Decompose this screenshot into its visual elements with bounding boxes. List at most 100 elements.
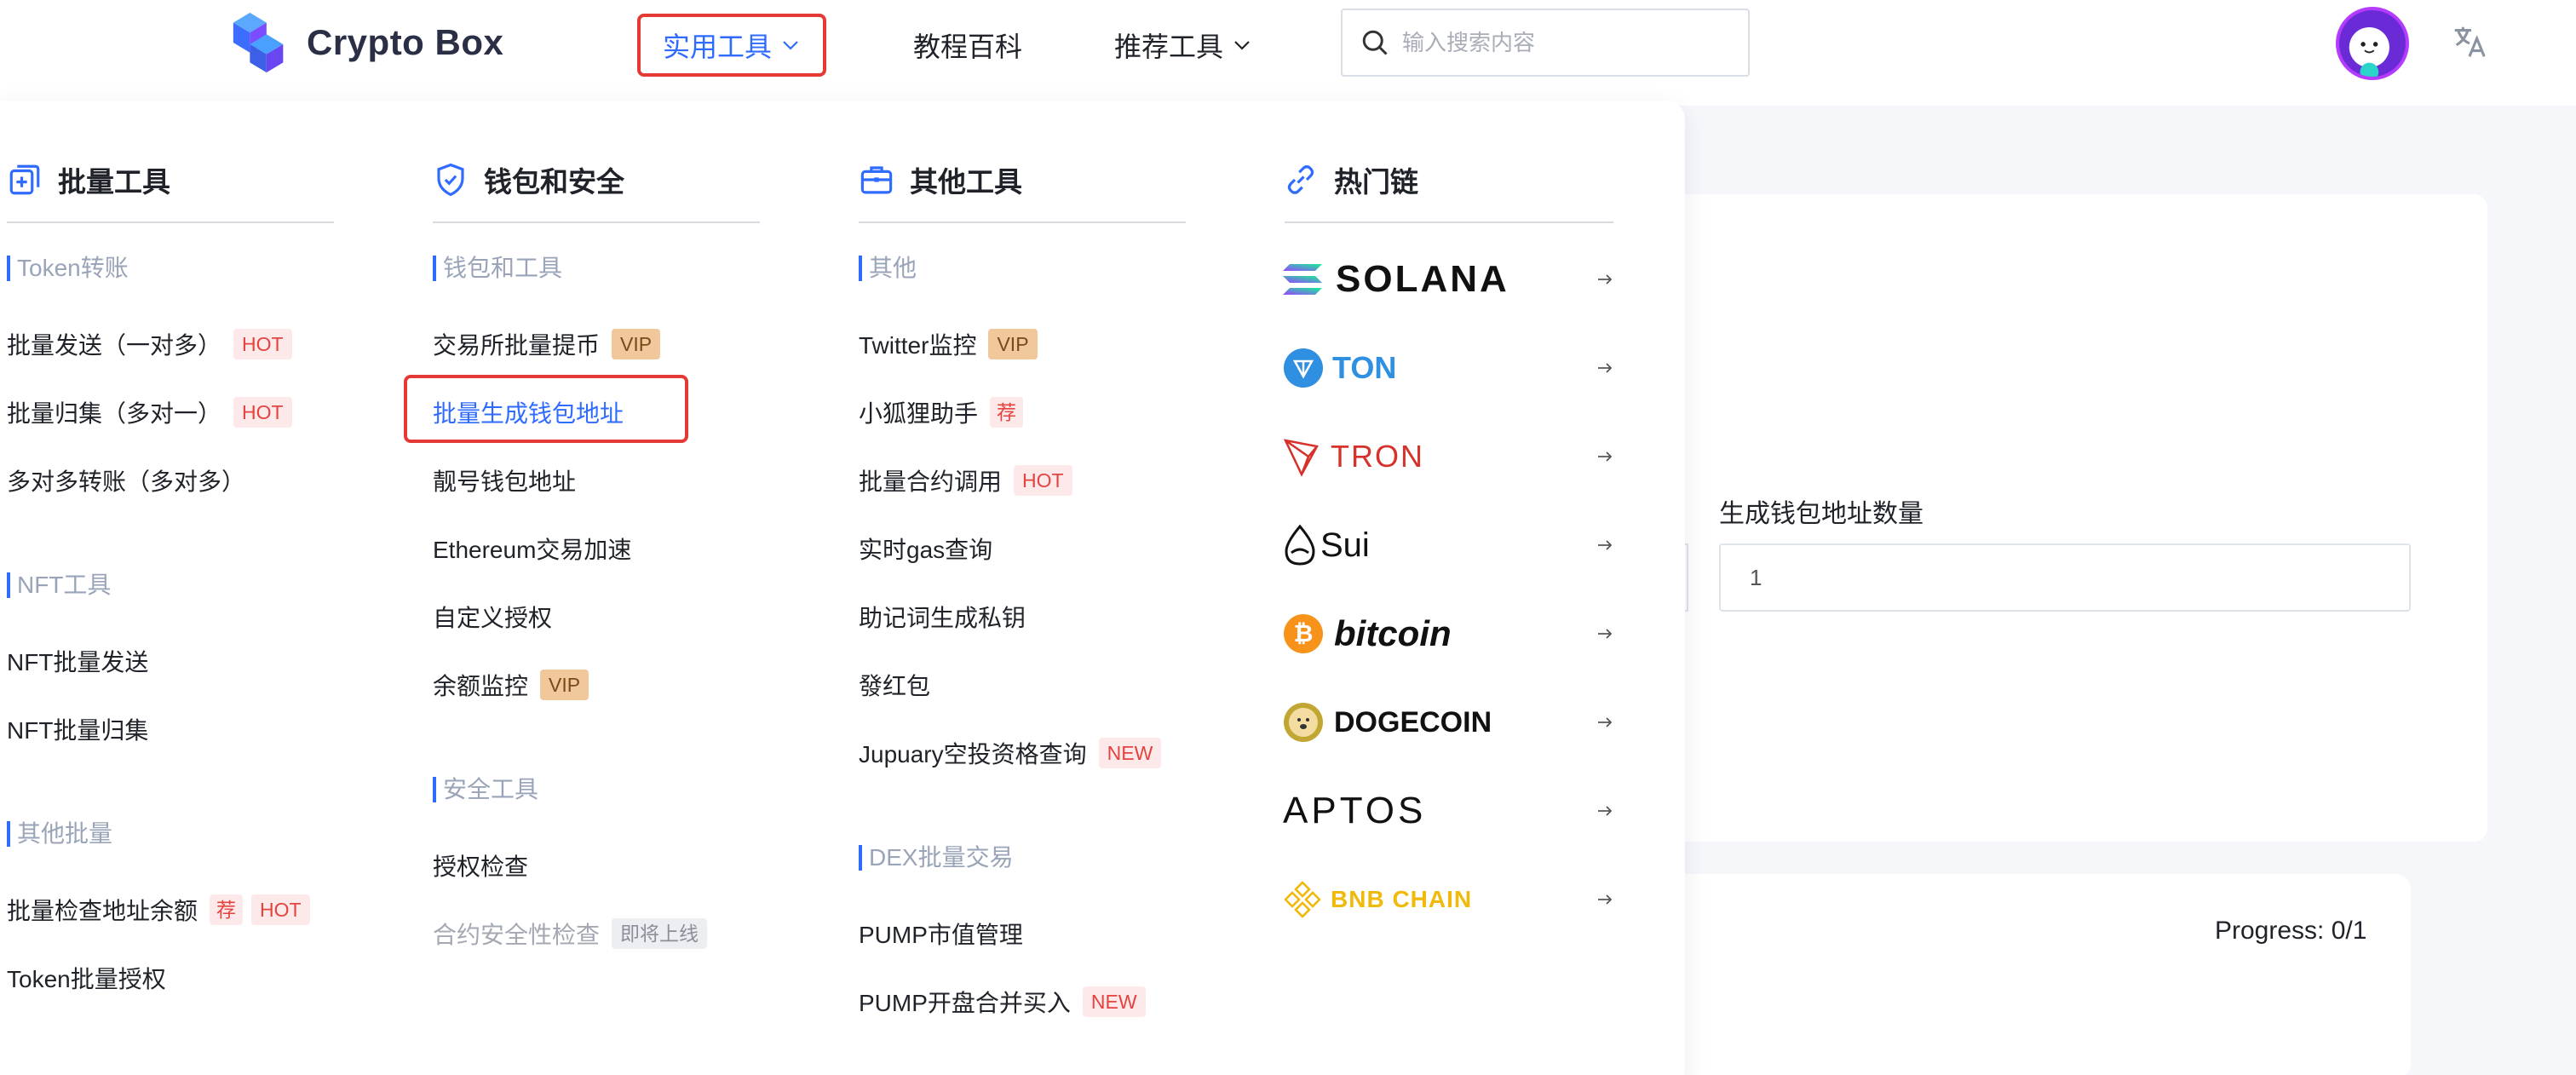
menu-item-batch-contract-call[interactable]: 批量合约调用 HOT bbox=[859, 462, 1072, 499]
cube-logo-icon bbox=[233, 12, 284, 73]
chain-sui[interactable]: Sui bbox=[1283, 518, 1615, 572]
new-badge: NEW bbox=[1098, 738, 1162, 768]
menu-item-mnemonic-to-key[interactable]: 助记词生成私钥 bbox=[859, 598, 1026, 635]
menu-item-batch-collect[interactable]: 批量归集（多对一） HOT bbox=[7, 394, 292, 431]
arrow-right-icon bbox=[1598, 629, 1613, 639]
column-divider bbox=[1285, 221, 1613, 223]
section-other-batch: 其他批量 bbox=[7, 819, 112, 848]
coming-soon-badge: 即将上线 bbox=[612, 918, 708, 949]
bnb-logo-icon bbox=[1284, 881, 1321, 918]
arrow-right-icon bbox=[1598, 363, 1613, 373]
menu-item-red-packet[interactable]: 發红包 bbox=[859, 666, 930, 704]
menu-column-batch-tools: 批量工具 bbox=[7, 160, 170, 199]
chain-bitcoin[interactable]: ₿ bitcoin bbox=[1283, 606, 1615, 661]
hot-badge: HOT bbox=[233, 329, 292, 359]
chain-dogecoin[interactable]: DOGECOIN bbox=[1283, 695, 1615, 750]
menu-item-batch-send[interactable]: 批量发送（一对多） HOT bbox=[7, 325, 292, 363]
hot-badge: HOT bbox=[251, 894, 310, 925]
menu-item-custom-approve[interactable]: 自定义授权 bbox=[433, 598, 552, 635]
user-avatar[interactable] bbox=[2336, 7, 2409, 80]
new-badge: NEW bbox=[1082, 986, 1146, 1017]
solana-logo-icon bbox=[1283, 264, 1322, 295]
bitcoin-logo-icon: ₿ bbox=[1284, 614, 1323, 653]
chain-name: APTOS bbox=[1283, 790, 1427, 831]
menu-item-pump-launch-buy[interactable]: PUMP开盘合并买入 NEW bbox=[859, 983, 1146, 1020]
chain-solana[interactable]: SOLANA bbox=[1283, 252, 1615, 307]
brand-name: Crypto Box bbox=[307, 22, 504, 62]
search-input[interactable] bbox=[1402, 29, 1726, 56]
column-title: 批量工具 bbox=[7, 160, 170, 199]
dogecoin-logo-icon bbox=[1284, 703, 1323, 742]
nav-practical-tools[interactable]: 实用工具 bbox=[637, 14, 827, 77]
column-divider bbox=[859, 221, 1186, 223]
menu-item-many-to-many[interactable]: 多对多转账（多对多） bbox=[7, 462, 245, 499]
menu-column-wallet-security: 钱包和安全 bbox=[433, 160, 624, 199]
menu-column-other-tools: 其他工具 bbox=[859, 160, 1022, 199]
menu-item-ethereum-speedup[interactable]: Ethereum交易加速 bbox=[433, 530, 631, 567]
menu-item-nft-batch-send[interactable]: NFT批量发送 bbox=[7, 642, 148, 680]
section-token-transfer: Token转账 bbox=[7, 254, 129, 283]
briefcase-icon bbox=[860, 166, 893, 194]
chain-name: SOLANA bbox=[1336, 258, 1509, 300]
chain-bnb[interactable]: BNB CHAIN bbox=[1283, 872, 1615, 927]
menu-item-contract-security-check: 合约安全性检查 即将上线 bbox=[433, 915, 708, 952]
chain-tron[interactable]: TRON bbox=[1283, 429, 1615, 484]
menu-item-approval-check[interactable]: 授权检查 bbox=[433, 847, 528, 884]
top-header: Crypto Box 实用工具 教程百科 推荐工具 bbox=[0, 0, 2576, 106]
section-nft-tools: NFT工具 bbox=[7, 571, 111, 600]
section-security-tools: 安全工具 bbox=[433, 775, 538, 804]
menu-item-metamask-helper[interactable]: 小狐狸助手荐 bbox=[859, 394, 1024, 431]
tools-dropdown-menu bbox=[0, 101, 1685, 1075]
progress-text: Progress: 0/1 bbox=[2215, 917, 2367, 945]
chain-name: Sui bbox=[1320, 526, 1370, 564]
translate-icon[interactable] bbox=[2450, 22, 2489, 61]
nav-label: 实用工具 bbox=[663, 32, 773, 62]
menu-item-token-batch-approve[interactable]: Token批量授权 bbox=[7, 959, 166, 997]
column-divider bbox=[7, 221, 334, 223]
menu-item-gas-tracker[interactable]: 实时gas查询 bbox=[859, 530, 992, 567]
column-title: 钱包和安全 bbox=[433, 160, 624, 199]
brand-logo[interactable]: Crypto Box bbox=[228, 7, 503, 78]
nav-tutorials[interactable]: 教程百科 bbox=[913, 14, 1022, 77]
arrow-right-icon bbox=[1598, 540, 1613, 550]
hot-badge: HOT bbox=[1014, 465, 1072, 496]
menu-column-hot-chains: 热门链 bbox=[1283, 160, 1418, 199]
sui-logo-icon bbox=[1285, 524, 1315, 566]
nav-label: 教程百科 bbox=[913, 32, 1023, 62]
arrow-right-icon bbox=[1598, 717, 1613, 727]
wallet-count-label: 生成钱包地址数量 bbox=[1719, 500, 1923, 528]
menu-item-vanity-address[interactable]: 靓号钱包地址 bbox=[433, 462, 576, 499]
column-divider bbox=[433, 221, 760, 223]
menu-item-pump-market-cap[interactable]: PUMP市值管理 bbox=[859, 915, 1023, 952]
batch-copy-icon bbox=[9, 164, 40, 195]
recommend-badge: 荐 bbox=[210, 894, 244, 925]
search-box[interactable] bbox=[1341, 9, 1750, 77]
svg-text:₿: ₿ bbox=[1294, 619, 1314, 647]
menu-item-exchange-batch-withdraw[interactable]: 交易所批量提币 VIP bbox=[433, 325, 661, 363]
menu-item-nft-batch-collect[interactable]: NFT批量归集 bbox=[7, 710, 148, 748]
chain-aptos[interactable]: APTOS bbox=[1283, 784, 1615, 838]
avatar-face-icon bbox=[2349, 26, 2389, 77]
menu-item-jupuary-airdrop-check[interactable]: Jupuary空投资格查询 NEW bbox=[859, 734, 1162, 772]
section-other: 其他 bbox=[859, 254, 917, 283]
hot-badge: HOT bbox=[233, 397, 292, 428]
wallet-count-input[interactable]: 1 bbox=[1719, 543, 2411, 612]
recommend-badge: 荐 bbox=[990, 397, 1024, 428]
link-icon bbox=[1287, 165, 1314, 194]
arrow-right-icon bbox=[1598, 451, 1613, 462]
menu-item-twitter-monitor[interactable]: Twitter监控 VIP bbox=[859, 325, 1038, 363]
ton-logo-icon bbox=[1284, 348, 1323, 388]
nav-label: 推荐工具 bbox=[1114, 32, 1224, 62]
vip-badge: VIP bbox=[540, 670, 589, 700]
section-wallet-tools: 钱包和工具 bbox=[433, 254, 562, 283]
menu-item-batch-balance-check[interactable]: 批量检查地址余额荐 HOT bbox=[7, 891, 310, 928]
chevron-down-icon bbox=[783, 41, 798, 50]
menu-item-balance-monitor[interactable]: 余额监控 VIP bbox=[433, 666, 589, 704]
vip-badge: VIP bbox=[988, 329, 1038, 359]
menu-item-batch-generate-wallets[interactable]: 批量生成钱包地址 bbox=[433, 394, 624, 431]
chain-name: BNB CHAIN bbox=[1331, 886, 1473, 912]
column-title: 其他工具 bbox=[859, 160, 1022, 199]
arrow-right-icon bbox=[1598, 806, 1613, 816]
chain-ton[interactable]: TON bbox=[1283, 341, 1615, 395]
nav-recommended-tools[interactable]: 推荐工具 bbox=[1114, 14, 1252, 77]
